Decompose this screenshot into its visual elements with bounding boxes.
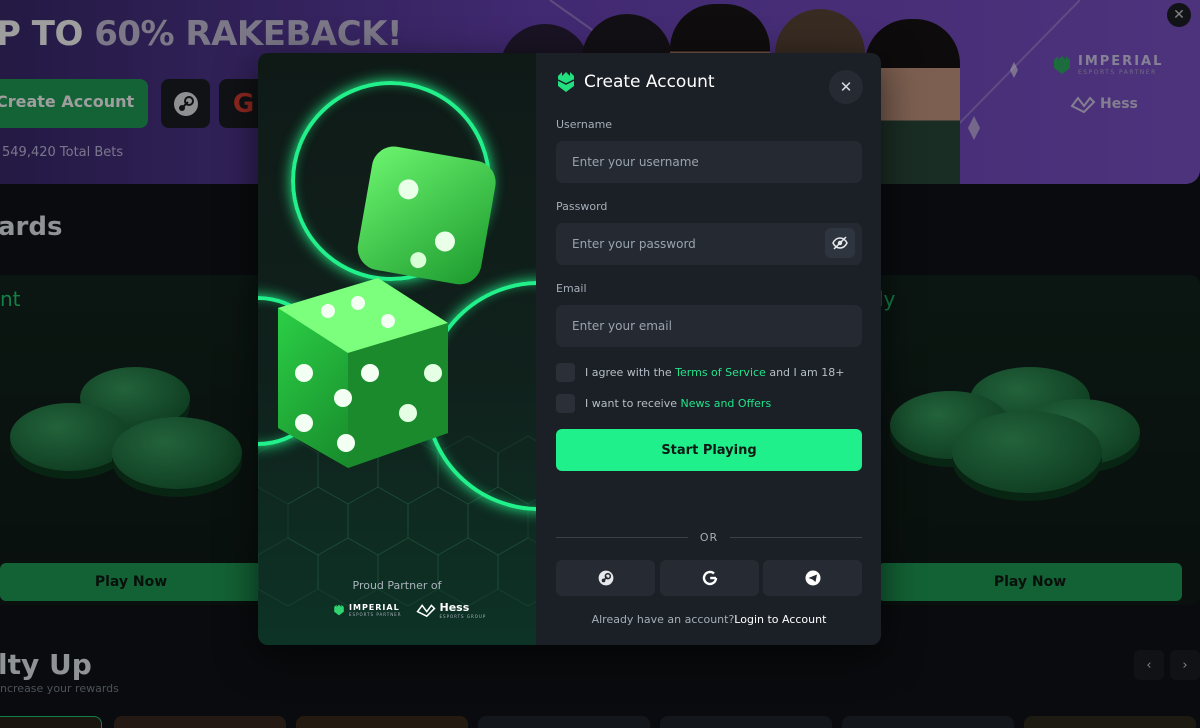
terms-text: I agree with the Terms of Service and I … — [585, 366, 844, 379]
partner-logos: IMPERIAL ESPORTS PARTNER Hess ESPORTS GR… — [333, 601, 486, 619]
terms-suffix: and I am 18+ — [769, 366, 845, 379]
terms-checkbox[interactable] — [556, 363, 575, 382]
toggle-password-visibility-button[interactable] — [825, 228, 855, 258]
login-prefix: Already have an account? — [591, 613, 735, 626]
username-label: Username — [556, 118, 613, 131]
news-and-offers-link[interactable]: News and Offers — [681, 397, 772, 410]
email-label: Email — [556, 282, 587, 295]
or-divider: OR — [556, 531, 862, 544]
news-prefix: I want to receive — [585, 397, 677, 410]
start-playing-button[interactable]: Start Playing — [556, 429, 862, 471]
news-row: I want to receive News and Offers — [556, 394, 771, 413]
brand-logo-icon — [557, 72, 575, 92]
google-icon — [702, 570, 717, 586]
create-account-modal: Proud Partner of IMPERIAL ESPORTS PARTNE… — [258, 53, 881, 645]
partner1-name: IMPERIAL — [349, 603, 400, 612]
news-checkbox[interactable] — [556, 394, 575, 413]
password-label: Password — [556, 200, 608, 213]
username-input[interactable] — [556, 141, 862, 183]
close-icon: ✕ — [839, 78, 853, 96]
steam-login-button[interactable] — [556, 560, 655, 596]
modal-header: Create Account — [556, 70, 715, 94]
terms-row: I agree with the Terms of Service and I … — [556, 363, 844, 382]
eye-off-icon — [832, 236, 848, 250]
login-link[interactable]: Login to Account — [734, 613, 826, 626]
partner2-sub: ESPORTS GROUP — [439, 614, 487, 619]
divider-line — [556, 537, 688, 538]
telegram-icon — [805, 570, 820, 586]
terms-prefix: I agree with the — [585, 366, 672, 379]
password-input[interactable] — [556, 223, 862, 265]
hess-logo-icon — [415, 604, 436, 618]
imperial-partner-logo-small: IMPERIAL ESPORTS PARTNER — [333, 603, 402, 617]
partner1-sub: ESPORTS PARTNER — [349, 612, 402, 617]
or-text: OR — [699, 531, 719, 544]
terms-of-service-link[interactable]: Terms of Service — [675, 366, 766, 379]
login-row: Already have an account?Login to Account — [556, 613, 862, 626]
email-input[interactable] — [556, 305, 862, 347]
partner-label: Proud Partner of — [352, 579, 442, 592]
divider-line — [730, 537, 862, 538]
modal-close-button[interactable]: ✕ — [829, 70, 863, 104]
modal-promo-panel: Proud Partner of IMPERIAL ESPORTS PARTNE… — [258, 53, 536, 645]
imperial-logo-icon — [334, 604, 344, 616]
partner2-name: Hess — [439, 601, 470, 614]
news-text: I want to receive News and Offers — [585, 397, 771, 410]
steam-icon — [598, 570, 613, 586]
modal-title: Create Account — [584, 72, 715, 92]
page: P TO 60% RAKEBACK! Create Account G 549,… — [0, 0, 1200, 728]
dice-image — [278, 146, 496, 468]
telegram-login-button[interactable] — [763, 560, 862, 596]
google-login-button[interactable] — [660, 560, 759, 596]
hess-partner-logo-small: Hess ESPORTS GROUP — [415, 601, 487, 619]
